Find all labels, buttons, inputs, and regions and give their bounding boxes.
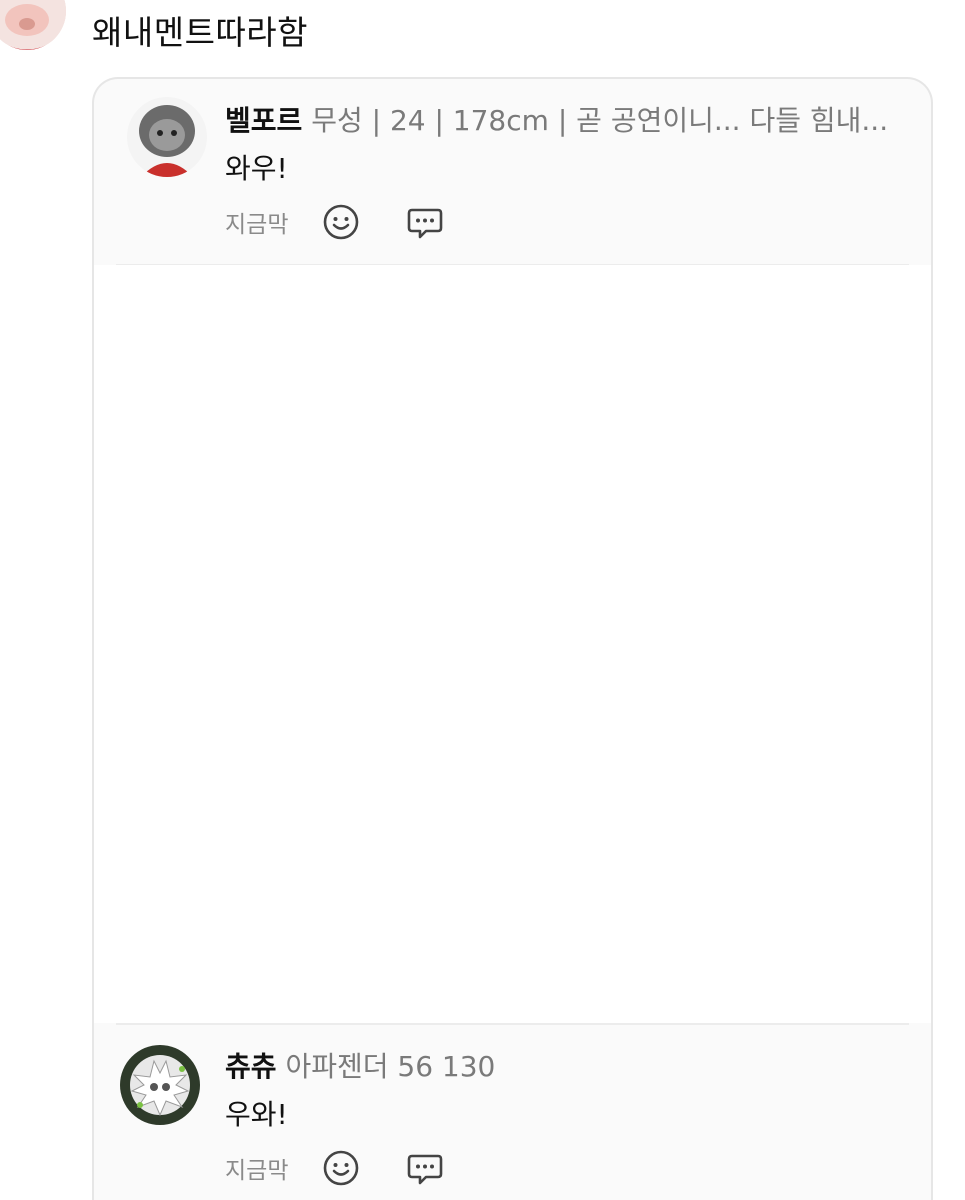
comment-time: 지금막 (225, 1158, 289, 1184)
chat-bubble-icon[interactable] (406, 1149, 444, 1187)
chat-bubble-icon[interactable] (406, 203, 444, 241)
comment-header: 벨포르 무성 | 24 | 178cm | 곧 공연이니... 다들 힘내... (225, 99, 888, 139)
commenter-avatar[interactable] (127, 97, 207, 177)
comment-text: 우와! (225, 1098, 288, 1131)
poster-avatar[interactable] (0, 0, 66, 50)
post-text: 왜내멘트따라함 (92, 13, 309, 52)
divider (116, 1023, 909, 1025)
commenter-meta: 아파젠더 56 130 (285, 1050, 496, 1083)
commenter-name[interactable]: 츄츄 (225, 1050, 277, 1083)
commenter-name[interactable]: 벨포르 (225, 104, 302, 137)
comment-header: 츄츄 아파젠더 56 130 (225, 1045, 495, 1085)
smile-icon[interactable] (322, 1149, 360, 1187)
smile-icon[interactable] (322, 203, 360, 241)
hidden-content-area (94, 265, 931, 1023)
comment-time: 지금막 (225, 212, 289, 238)
comment-actions: 지금막 (225, 203, 444, 241)
comment-actions: 지금막 (225, 1149, 444, 1187)
commenter-avatar[interactable] (120, 1045, 200, 1125)
comment-card: 벨포르 무성 | 24 | 178cm | 곧 공연이니... 다들 힘내...… (92, 77, 933, 1200)
comment-text: 와우! (225, 152, 288, 185)
commenter-meta: 무성 | 24 | 178cm | 곧 공연이니... 다들 힘내... (311, 104, 889, 137)
